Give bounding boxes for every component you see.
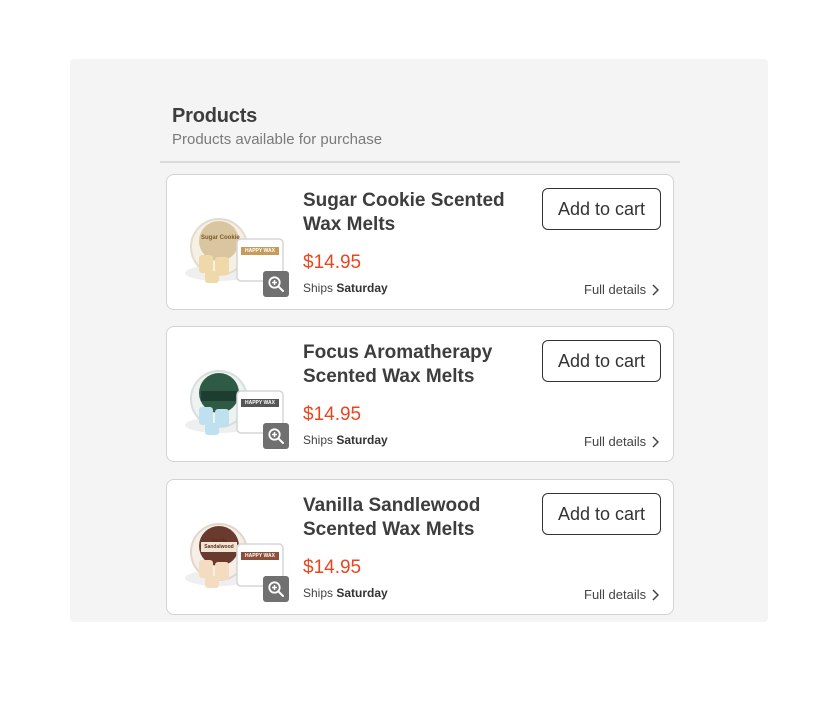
zoom-button[interactable] bbox=[263, 423, 289, 449]
chevron-right-icon bbox=[652, 589, 660, 601]
ships-label: Ships bbox=[303, 586, 334, 600]
chevron-right-icon bbox=[652, 284, 660, 296]
product-image-caption: Vanilla Sandalwood bbox=[204, 538, 234, 550]
zoom-button[interactable] bbox=[263, 271, 289, 297]
full-details-label: Full details bbox=[584, 587, 647, 602]
chevron-right-icon bbox=[652, 436, 660, 448]
zoom-in-icon bbox=[268, 428, 284, 444]
page-subtitle: Products available for purchase bbox=[172, 131, 383, 148]
shipping-info: Ships Saturday bbox=[303, 432, 388, 448]
product-name[interactable]: Sugar Cookie Scented Wax Melts bbox=[303, 189, 523, 237]
ships-label: Ships bbox=[303, 281, 334, 295]
full-details-label: Full details bbox=[584, 434, 647, 449]
product-card: HAPPY WAX Focus Aromatherapy Scented Wax… bbox=[166, 326, 674, 462]
page-title: Products bbox=[172, 105, 258, 127]
product-image-brand: HAPPY WAX bbox=[245, 400, 275, 406]
full-details-link[interactable]: Full details bbox=[584, 434, 660, 450]
full-details-label: Full details bbox=[584, 282, 647, 297]
product-price: $14.95 bbox=[303, 557, 362, 578]
zoom-in-icon bbox=[268, 276, 284, 292]
zoom-button[interactable] bbox=[263, 576, 289, 602]
add-to-cart-button[interactable]: Add to cart bbox=[542, 340, 661, 382]
product-price: $14.95 bbox=[303, 404, 362, 425]
product-image-brand: HAPPY WAX bbox=[245, 553, 275, 559]
full-details-link[interactable]: Full details bbox=[584, 587, 660, 603]
products-header: Products Products available for purchase bbox=[172, 104, 382, 150]
header-divider bbox=[160, 161, 680, 163]
product-name[interactable]: Focus Aromatherapy Scented Wax Melts bbox=[303, 341, 523, 389]
add-to-cart-button[interactable]: Add to cart bbox=[542, 188, 661, 230]
shipping-info: Ships Saturday bbox=[303, 280, 388, 296]
product-card: Sugar Cookie HAPPY WAX Sugar Cookie Scen… bbox=[166, 174, 674, 310]
product-image-caption: Sugar Cookie bbox=[201, 235, 240, 241]
ships-day: Saturday bbox=[336, 433, 388, 447]
product-name[interactable]: Vanilla Sandlewood Scented Wax Melts bbox=[303, 494, 523, 542]
products-panel: Products Products available for purchase… bbox=[70, 59, 768, 622]
add-to-cart-button[interactable]: Add to cart bbox=[542, 493, 661, 535]
shipping-info: Ships Saturday bbox=[303, 585, 388, 601]
ships-label: Ships bbox=[303, 433, 334, 447]
product-image-brand: HAPPY WAX bbox=[245, 248, 275, 254]
full-details-link[interactable]: Full details bbox=[584, 282, 660, 298]
product-price: $14.95 bbox=[303, 252, 362, 273]
zoom-in-icon bbox=[268, 581, 284, 597]
ships-day: Saturday bbox=[336, 281, 388, 295]
product-card: Vanilla Sandalwood HAPPY WAX Vanilla San… bbox=[166, 479, 674, 615]
ships-day: Saturday bbox=[336, 586, 388, 600]
